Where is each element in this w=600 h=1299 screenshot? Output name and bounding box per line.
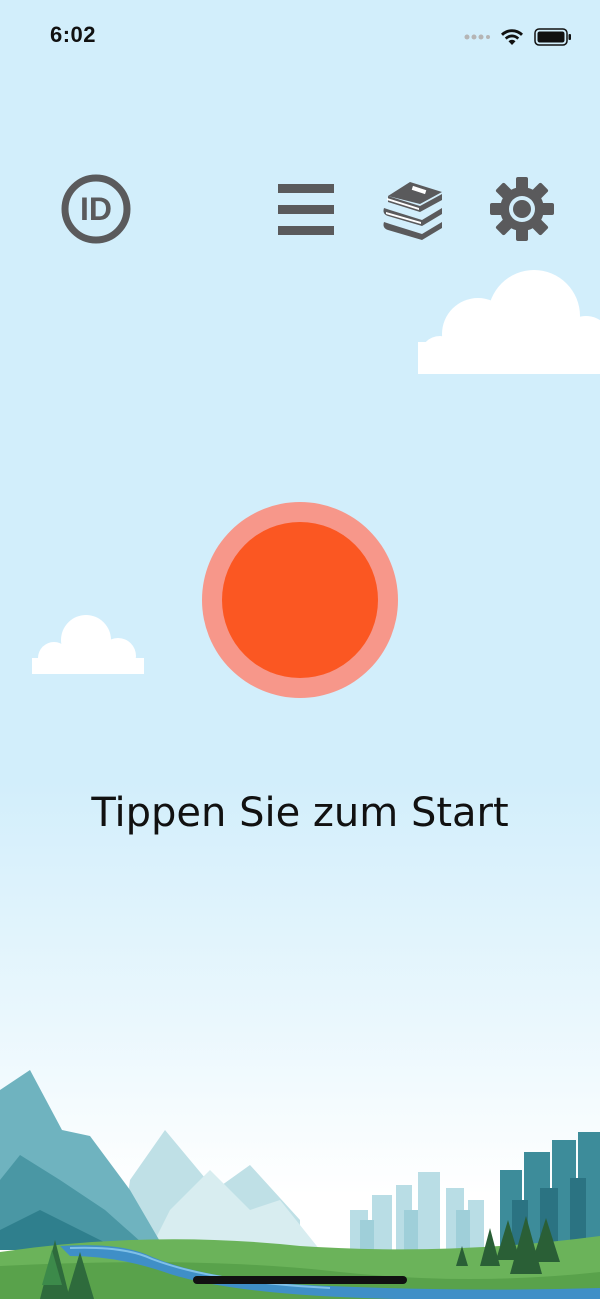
record-button[interactable] <box>202 502 398 698</box>
toolbar: ID <box>0 170 600 250</box>
status-time: 6:02 <box>50 22 97 47</box>
library-button[interactable] <box>378 176 446 242</box>
wifi-icon <box>501 29 523 45</box>
battery-icon <box>534 28 571 46</box>
settings-button[interactable] <box>488 175 556 243</box>
start-prompt: Tippen Sie zum Start <box>91 790 509 836</box>
id-button[interactable]: ID <box>60 173 132 245</box>
cloud-decoration-small <box>32 615 144 674</box>
home-indicator[interactable] <box>193 1276 407 1284</box>
record-button-core <box>222 522 378 678</box>
cloud-decoration <box>418 270 600 374</box>
settings-gear-icon <box>490 177 554 241</box>
landscape-illustration <box>0 1070 600 1299</box>
id-icon-label: ID <box>80 191 112 227</box>
menu-icon <box>278 184 334 235</box>
library-books-icon <box>383 182 442 240</box>
menu-button[interactable] <box>276 182 336 238</box>
cellular-signal-icon <box>464 34 490 40</box>
status-bar: 6:02 <box>0 0 600 80</box>
status-icons <box>464 24 572 50</box>
